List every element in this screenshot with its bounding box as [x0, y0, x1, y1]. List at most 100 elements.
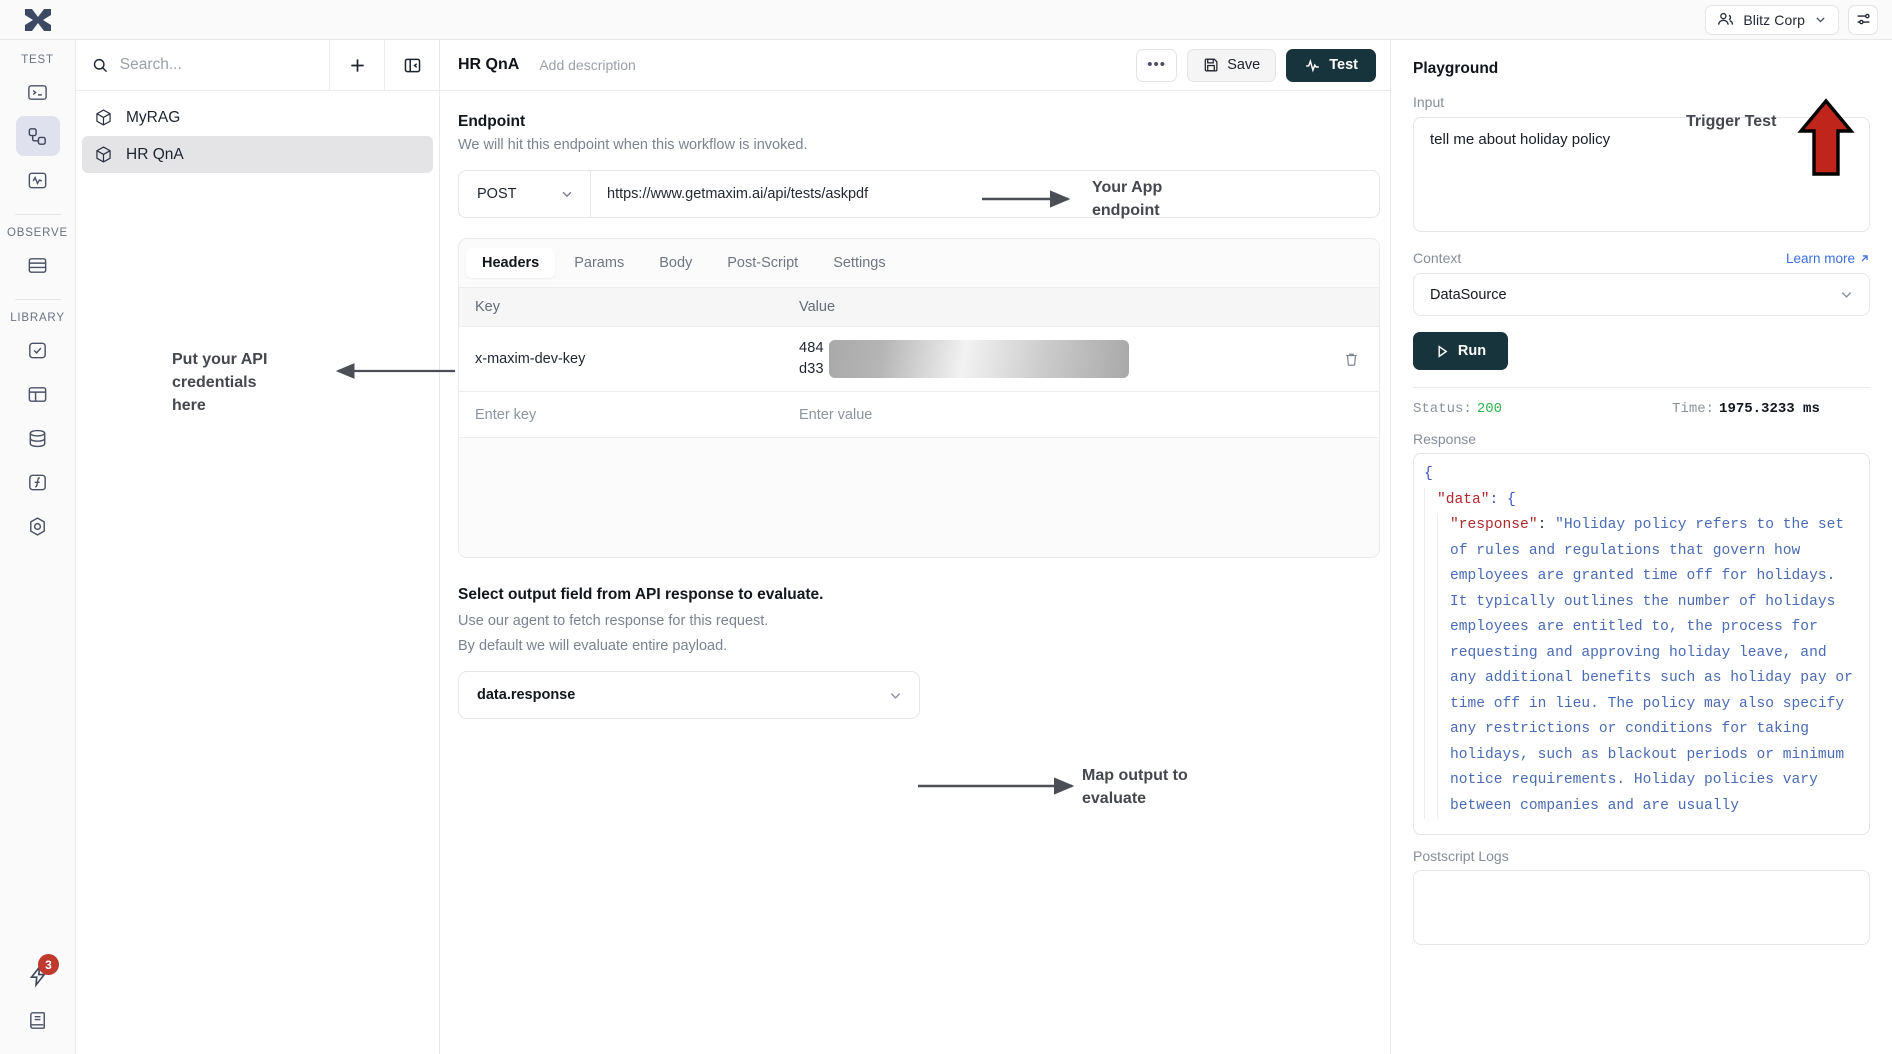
context-select[interactable]: DataSource [1413, 273, 1870, 316]
json-data-brace: : { [1489, 491, 1516, 508]
sidebar-item-prompts[interactable] [16, 72, 60, 112]
sidebar-item-logs[interactable] [16, 245, 60, 285]
time-value: 1975.3233 ms [1719, 401, 1820, 417]
sidebar-item-evaluators[interactable] [16, 506, 60, 546]
package-icon [96, 109, 111, 126]
search-icon [93, 58, 108, 72]
postscript-logs-box[interactable] [1413, 870, 1870, 945]
chevron-down-icon [1816, 17, 1825, 23]
tab-settings[interactable]: Settings [817, 248, 901, 278]
chevron-down-icon [562, 191, 572, 198]
alerts-badge: 3 [38, 954, 59, 975]
page-title: HR QnA [458, 56, 520, 73]
endpoint-url-input[interactable]: https://www.getmaxim.ai/api/tests/askpdf [591, 171, 1379, 217]
panel-collapse-icon [404, 58, 420, 72]
column-header-key: Key [475, 299, 500, 315]
output-field-sub2: By default we will evaluate entire paylo… [458, 638, 728, 654]
workflow-header: HR QnA Add description ••• Save Test [440, 40, 1390, 91]
chevron-down-icon [1841, 292, 1852, 298]
playground-divider [1413, 387, 1870, 388]
endpoint-row: POST https://www.getmaxim.ai/api/tests/a… [458, 170, 1380, 218]
save-button-label: Save [1227, 57, 1261, 73]
tab-params[interactable]: Params [558, 248, 640, 278]
rail-divider-1 [14, 214, 61, 215]
add-workflow-button[interactable] [329, 40, 384, 90]
header-key-cell[interactable]: x-maxim-dev-key [459, 351, 799, 367]
app-logo[interactable] [0, 7, 76, 33]
sidebar-item-tests[interactable] [16, 160, 60, 200]
learn-more-link[interactable]: Learn more [1786, 251, 1870, 266]
trash-icon [1345, 353, 1357, 366]
more-options-button[interactable]: ••• [1136, 48, 1178, 82]
rail-section-label-observe: OBSERVE [7, 227, 68, 239]
json-level-2: "response": "Holiday policy refers to th… [1437, 513, 1859, 819]
list-item[interactable]: MyRAG [82, 99, 433, 136]
table-empty-space [459, 438, 1379, 557]
delete-header-button[interactable] [1323, 351, 1379, 368]
tab-body[interactable]: Body [643, 248, 708, 278]
nav-rail: TEST OBSERVE LIBRARY 3 [0, 40, 76, 1054]
run-button[interactable]: Run [1413, 332, 1508, 370]
sidebar-item-docs[interactable] [16, 1000, 60, 1040]
chevron-down-icon [890, 692, 901, 699]
workflow-list-panel: MyRAG HR QnA [76, 40, 440, 1054]
tab-headers[interactable]: Headers [466, 248, 556, 278]
sidebar-item-datasets[interactable] [16, 374, 60, 414]
sidebar-item-alerts[interactable]: 3 [16, 954, 60, 996]
package-icon [96, 146, 111, 163]
new-header-value-input[interactable]: Enter value [799, 407, 1323, 423]
header-value-cell[interactable]: 484 d33 [799, 338, 1323, 380]
playground-input[interactable]: tell me about holiday policy [1413, 117, 1870, 232]
sidebar-item-workflows[interactable] [15, 116, 60, 156]
output-field-value: data.response [477, 687, 576, 703]
time-label: Time: [1672, 401, 1715, 417]
run-button-label: Run [1457, 343, 1487, 359]
json-value-response: "Holiday policy refers to the set of rul… [1450, 517, 1862, 814]
top-bar: Blitz Corp [0, 0, 1892, 40]
add-description-button[interactable]: Add description [539, 57, 636, 73]
playground-title: Playground [1413, 60, 1499, 77]
list-item-label: MyRAG [126, 108, 181, 126]
response-viewer[interactable]: {"data": {"response": "Holiday policy re… [1413, 453, 1870, 835]
json-key-response: "response" [1450, 517, 1538, 533]
sidebar-item-database[interactable] [16, 418, 60, 458]
http-method-value: POST [477, 186, 517, 202]
postscript-logs-label: Postscript Logs [1413, 848, 1509, 864]
json-key-data: "data" [1437, 491, 1490, 508]
context-value: DataSource [1430, 286, 1507, 303]
plus-icon [350, 58, 364, 72]
dataset-icon [28, 386, 47, 402]
app-body: TEST OBSERVE LIBRARY 3 Search... MyRAG H… [0, 40, 1892, 1054]
sidebar-item-functions[interactable] [16, 462, 60, 502]
sidebar-item-checklist[interactable] [16, 330, 60, 370]
org-name: Blitz Corp [1743, 11, 1805, 28]
context-row: Context Learn more [1413, 250, 1870, 266]
sliders-icon [1857, 13, 1870, 25]
test-button[interactable]: Test [1286, 48, 1376, 82]
new-header-key-input[interactable]: Enter key [459, 407, 799, 423]
evaluator-icon [30, 516, 45, 536]
collapse-panel-button[interactable] [384, 40, 439, 90]
tab-post-script[interactable]: Post-Script [711, 248, 814, 278]
search-input[interactable] [119, 56, 329, 74]
output-field-select[interactable]: data.response [458, 671, 920, 719]
json-colon: : [1537, 517, 1556, 533]
top-bar-actions: Blitz Corp [1705, 4, 1878, 35]
playground-input-value: tell me about holiday policy [1430, 131, 1611, 148]
activity-icon [28, 172, 47, 188]
request-tabs: Headers Params Body Post-Script Settings [459, 239, 1379, 287]
save-button[interactable]: Save [1187, 48, 1277, 82]
external-link-icon [1861, 254, 1868, 262]
settings-button[interactable] [1848, 4, 1878, 35]
org-selector[interactable]: Blitz Corp [1705, 4, 1839, 35]
database-icon [29, 429, 46, 447]
list-item[interactable]: HR QnA [82, 136, 433, 173]
response-code: {"data": {"response": "Holiday policy re… [1424, 462, 1859, 819]
http-method-select[interactable]: POST [459, 171, 591, 217]
table-row[interactable]: x-maxim-dev-key 484 d33 [459, 327, 1379, 392]
activity-pulse-icon [1306, 58, 1320, 73]
output-field-sub1: Use our agent to fetch response for this… [458, 613, 769, 629]
table-row-empty[interactable]: Enter key Enter value [459, 392, 1379, 438]
status-badge: 200 [1476, 401, 1503, 417]
endpoint-url-value: https://www.getmaxim.ai/api/tests/askpdf [607, 186, 869, 202]
